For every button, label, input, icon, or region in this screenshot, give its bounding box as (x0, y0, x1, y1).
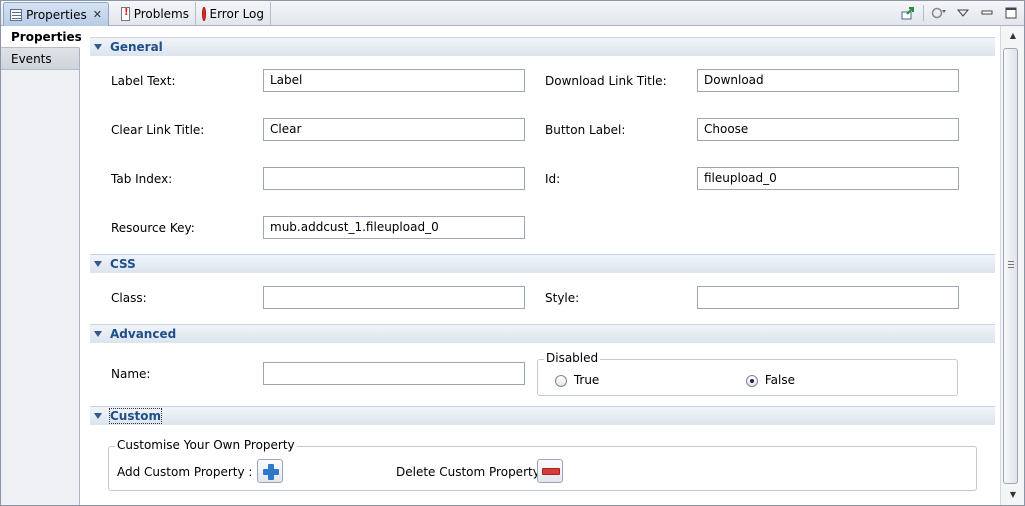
clear-link-title-label: Clear Link Title: (111, 123, 205, 137)
section-title-advanced: Advanced (110, 327, 177, 341)
tab-properties-label: Properties (26, 7, 87, 22)
minus-icon (542, 468, 560, 475)
view-toolbar (899, 4, 1020, 22)
delete-custom-property-label: Delete Custom Property : (396, 465, 548, 479)
properties-icon (10, 8, 23, 21)
grip-icon (1008, 261, 1014, 268)
clear-link-title-input[interactable]: Clear (263, 118, 525, 141)
section-header-advanced[interactable]: Advanced (90, 324, 995, 343)
name-input[interactable] (263, 362, 525, 385)
style-input[interactable] (697, 286, 959, 309)
view-tab-bar: Properties ✕ Problems Error Log (1, 1, 1024, 26)
add-custom-property-label: Add Custom Property : (117, 465, 253, 479)
add-custom-property-button[interactable] (257, 459, 283, 483)
style-label: Style: (545, 291, 580, 305)
section-title-custom: Custom (109, 408, 162, 424)
button-label-input[interactable]: Choose (697, 118, 959, 141)
tab-problems-label: Problems (133, 7, 189, 21)
filter-icon (931, 7, 946, 19)
plus-icon (263, 464, 279, 480)
section-header-general[interactable]: General (90, 37, 995, 56)
label-text-input[interactable]: Label (263, 69, 525, 92)
disabled-true-label: True (573, 373, 600, 387)
label-text-label: Label Text: (111, 74, 176, 88)
name-label: Name: (111, 367, 151, 381)
section-title-general: General (110, 40, 163, 54)
section-tab-properties[interactable]: Properties (1, 26, 82, 48)
collapse-triangle-icon (94, 44, 102, 50)
tab-problems[interactable]: Problems (115, 2, 196, 26)
id-input[interactable]: fileupload_0 (697, 167, 959, 190)
minimize-button[interactable] (978, 4, 996, 22)
minimize-icon (981, 10, 993, 15)
pin-icon (901, 7, 914, 20)
close-icon[interactable]: ✕ (93, 8, 102, 21)
download-link-title-label: Download Link Title: (545, 74, 667, 88)
section-tab-list: Properties Events (1, 26, 82, 505)
view-menu-button[interactable] (954, 4, 972, 22)
pin-view-button[interactable] (899, 4, 917, 22)
error-log-icon (202, 6, 211, 21)
tab-error-log[interactable]: Error Log (196, 2, 271, 26)
disabled-false-label: False (764, 373, 795, 387)
properties-view: Properties ✕ Problems Error Log (0, 0, 1025, 506)
button-label-label: Button Label: (545, 123, 626, 137)
custom-property-group-title: Customise Your Own Property (115, 438, 297, 452)
radio-false[interactable] (746, 374, 758, 387)
maximize-icon (1005, 7, 1017, 19)
custom-property-group: Customise Your Own Property Add Custom P… (108, 438, 977, 491)
disabled-true-option[interactable]: True (555, 373, 599, 387)
class-input[interactable] (263, 286, 525, 309)
filter-button[interactable] (930, 4, 948, 22)
properties-content: General Label Text: Label Download Link … (81, 26, 1000, 505)
tab-index-label: Tab Index: (111, 172, 173, 186)
section-title-css: CSS (110, 257, 136, 271)
tab-properties[interactable]: Properties ✕ (3, 2, 109, 26)
chevron-down-icon (957, 9, 969, 17)
maximize-button[interactable] (1002, 4, 1020, 22)
scrollbar-thumb[interactable] (1003, 48, 1018, 484)
toolbar-separator (923, 5, 924, 21)
section-header-custom[interactable]: Custom (90, 406, 995, 425)
resource-key-label: Resource Key: (111, 221, 195, 235)
disabled-group-title: Disabled (544, 351, 601, 365)
tab-error-log-label: Error Log (209, 7, 265, 21)
class-label: Class: (111, 291, 147, 305)
disabled-false-option[interactable]: False (746, 373, 795, 387)
collapse-triangle-icon (94, 261, 102, 267)
section-header-css[interactable]: CSS (90, 254, 995, 273)
collapse-triangle-icon (94, 413, 102, 419)
resource-key-input[interactable]: mub.addcust_1.fileupload_0 (263, 216, 525, 239)
radio-true[interactable] (555, 374, 567, 387)
scroll-down-button[interactable]: ▼ (1001, 485, 1025, 503)
problems-icon (121, 7, 130, 21)
id-label: Id: (545, 172, 561, 186)
collapse-triangle-icon (94, 331, 102, 337)
delete-custom-property-button[interactable] (537, 459, 563, 483)
vertical-scrollbar[interactable]: ▲ ▼ (1000, 26, 1024, 505)
section-tab-events[interactable]: Events (1, 48, 79, 70)
disabled-group: Disabled True False (537, 351, 958, 396)
scroll-up-button[interactable]: ▲ (1001, 26, 1025, 44)
tab-index-input[interactable] (263, 167, 525, 190)
download-link-title-input[interactable]: Download (697, 69, 959, 92)
